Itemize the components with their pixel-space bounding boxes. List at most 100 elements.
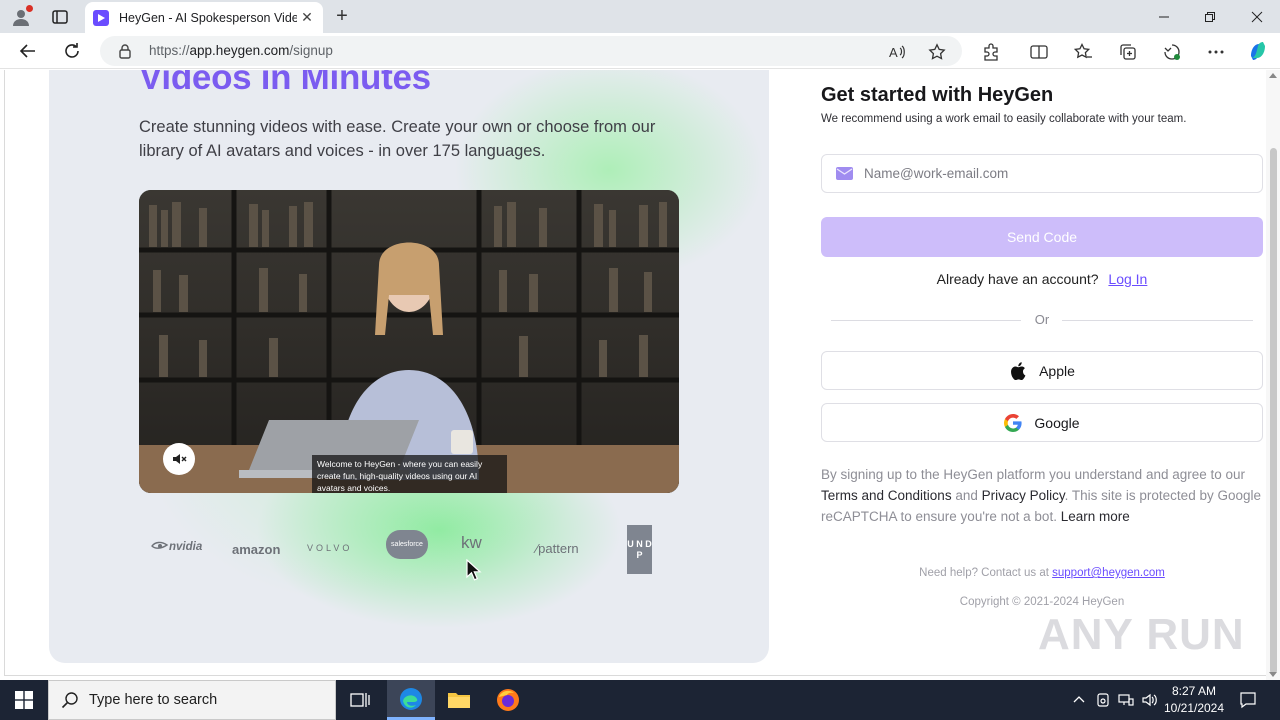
already-account-text: Already have an account? [936,271,1099,287]
taskbar-file-explorer[interactable] [435,680,483,720]
scroll-up-icon[interactable] [1269,73,1277,78]
tab-heygen[interactable]: HeyGen - AI Spokesperson Video ✕ [85,2,323,33]
scroll-down-icon[interactable] [1269,672,1277,677]
task-view-button[interactable] [336,680,384,720]
favorites-icon[interactable] [1073,42,1093,62]
collections-icon[interactable] [1118,42,1138,62]
start-button[interactable] [0,680,48,720]
more-menu-icon[interactable] [1206,42,1226,62]
tray-chevron-icon[interactable] [1071,692,1087,708]
firefox-icon [497,689,519,711]
hero-title: Videos in Minutes [139,70,431,97]
url-path: /signup [289,43,333,58]
scroll-thumb[interactable] [1270,148,1277,674]
help-text: Need help? Contact us at support@heygen.… [919,567,1165,579]
hero-subtitle: Create stunning videos with ease. Create… [139,118,656,160]
windows-logo-icon [15,691,33,709]
support-email-link[interactable]: support@heygen.com [1052,567,1165,579]
speaker-muted-icon [173,454,187,464]
anyrun-watermark: ANY RUN [1038,610,1245,659]
video-caption: Welcome to HeyGen - where you can easily… [312,455,507,493]
tab-title: HeyGen - AI Spokesperson Video [119,10,297,25]
logo-undp: U N D P [627,525,652,574]
demo-video[interactable]: Welcome to HeyGen - where you can easily… [139,190,679,493]
mouse-cursor-icon [466,559,482,581]
taskbar-edge[interactable] [387,680,435,720]
tab-close-icon[interactable]: ✕ [299,9,315,25]
google-label: Google [1034,414,1080,431]
logo-amazon: amazon [232,542,281,557]
page-scrollbar[interactable] [1266,70,1280,680]
search-icon [61,692,78,709]
back-icon[interactable] [16,39,40,63]
browser-essentials-icon[interactable] [1162,42,1182,62]
taskbar-clock[interactable]: 8:27 AM 10/21/2024 [1163,683,1225,717]
favorite-star-icon[interactable] [928,43,946,61]
edge-icon [400,687,422,710]
extensions-icon[interactable] [981,42,1001,62]
privacy-link[interactable]: Privacy Policy [982,488,1065,503]
lock-icon[interactable] [117,43,133,59]
volume-icon[interactable] [1142,692,1158,708]
mute-toggle-button[interactable] [163,443,195,475]
folder-icon [448,693,470,708]
logo-salesforce: salesforce [386,530,428,559]
copyright: Copyright © 2021-2024 HeyGen [959,596,1125,608]
divider-left [831,320,1021,321]
clock-date: 10/21/2024 [1163,701,1225,715]
tray-device-icon[interactable] [1095,692,1111,708]
google-signin-button[interactable]: Google [821,403,1263,442]
notifications-icon[interactable] [1239,691,1257,709]
send-code-button[interactable]: Send Code [821,217,1263,257]
windows-taskbar: Type here to search 8:27 AM 10/21/2024 [0,680,1280,720]
network-icon[interactable] [1118,692,1134,708]
taskbar-firefox[interactable] [484,680,532,720]
tab-actions-icon[interactable] [50,7,70,27]
signup-title: Get started with HeyGen [821,84,1054,106]
apple-icon [1009,361,1027,380]
logo-pattern: ⁄pattern [536,541,579,556]
divider-right [1062,320,1253,321]
login-link[interactable]: Log In [1108,271,1147,287]
google-icon [1004,413,1023,432]
heygen-favicon-icon [93,9,109,26]
browser-toolbar: https://app.heygen.com/signup A [0,33,1280,69]
url-host: app.heygen.com [189,43,290,58]
clock-time: 8:27 AM [1171,684,1217,698]
learn-more-link[interactable]: Learn more [1061,509,1130,524]
split-screen-icon[interactable] [1029,42,1049,62]
minimize-button[interactable] [1141,0,1187,33]
search-placeholder: Type here to search [89,692,218,708]
signup-subtitle: We recommend using a work email to easil… [821,113,1187,125]
login-prompt: Already have an account? Log In [821,271,1263,287]
copilot-icon[interactable] [1247,40,1269,62]
email-field[interactable] [821,154,1263,193]
browser-titlebar: HeyGen - AI Spokesperson Video ✕ + [0,0,1280,33]
hero-panel: Videos in Minutes Create stunning videos… [49,70,769,663]
email-input[interactable] [864,155,1254,192]
logo-nvidia: nvidia [151,540,202,553]
profile-avatar-icon[interactable] [10,5,33,28]
logo-kw: kw [461,533,482,552]
close-window-button[interactable] [1234,0,1280,33]
read-aloud-icon[interactable]: A [888,43,906,61]
legal-text: By signing up to the HeyGen platform you… [821,467,1261,524]
restore-button[interactable] [1187,0,1233,33]
page-viewport: Videos in Minutes Create stunning videos… [0,70,1280,680]
customer-logos: nvidia amazon VOLVO salesforce kw ⁄patte… [139,525,679,577]
new-tab-button[interactable]: + [331,5,353,27]
url-protocol: https:// [149,43,190,58]
apple-label: Apple [1039,362,1075,379]
terms-link[interactable]: Terms and Conditions [821,488,952,503]
apple-signin-button[interactable]: Apple [821,351,1263,390]
url-text[interactable]: https://app.heygen.com/signup [149,43,333,58]
logo-volvo: VOLVO [307,543,353,553]
svg-text:A: A [889,45,898,60]
taskbar-search[interactable]: Type here to search [48,680,336,720]
or-divider-text: Or [1034,312,1050,327]
task-view-icon [350,693,370,707]
mail-icon [836,167,853,180]
video-frame-image [139,190,679,493]
refresh-icon[interactable] [60,39,84,63]
address-bar[interactable]: https://app.heygen.com/signup A [100,36,962,66]
